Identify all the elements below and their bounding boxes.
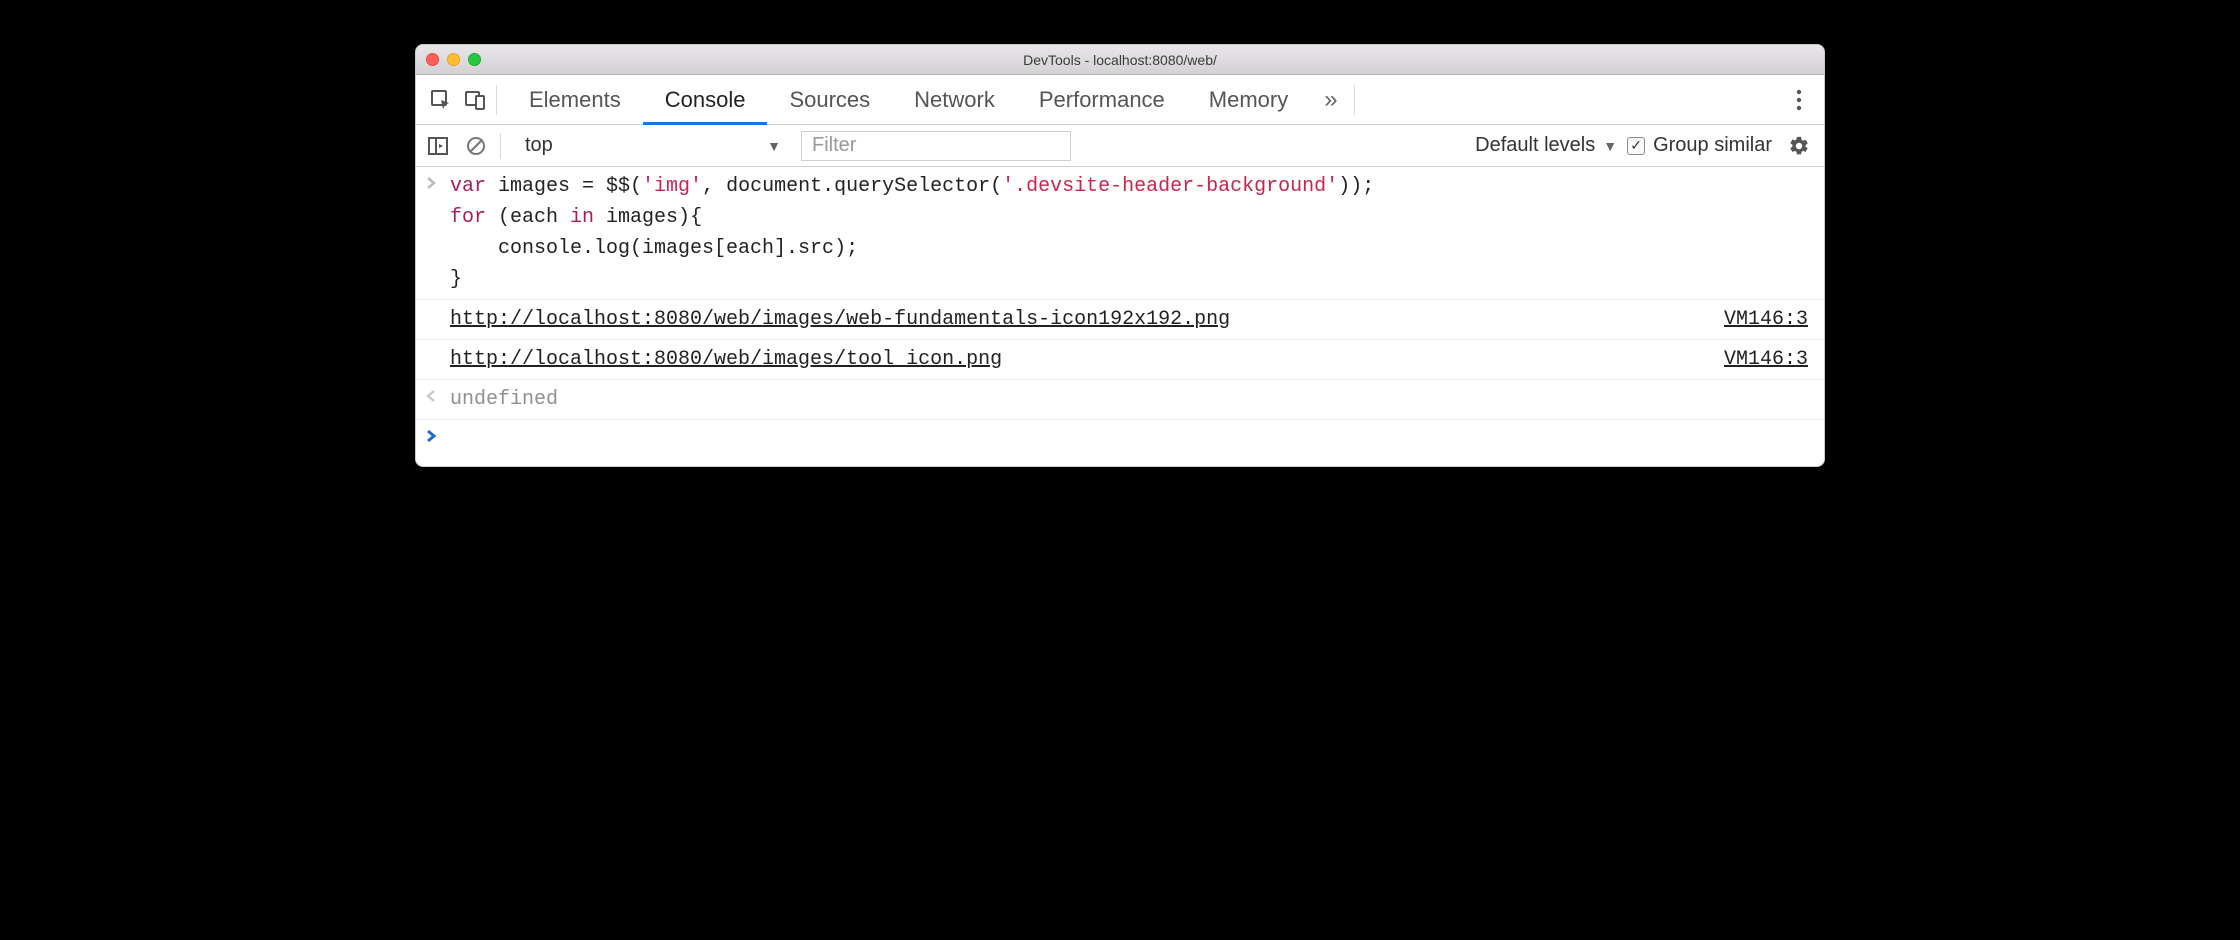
titlebar: DevTools - localhost:8080/web/	[416, 45, 1824, 75]
tab-elements[interactable]: Elements	[507, 75, 643, 125]
dropdown-triangle-icon: ▼	[1603, 138, 1617, 154]
log-message-link[interactable]: http://localhost:8080/web/images/web-fun…	[450, 304, 1230, 335]
log-message-link[interactable]: http://localhost:8080/web/images/tool_ic…	[450, 344, 1002, 375]
separator	[1354, 85, 1355, 115]
log-source-link[interactable]: VM146:3	[1724, 304, 1808, 335]
context-label: top	[525, 134, 553, 157]
return-value: undefined	[450, 384, 1812, 415]
tab-performance[interactable]: Performance	[1017, 75, 1187, 125]
tab-console[interactable]: Console	[643, 75, 768, 125]
console-settings-icon[interactable]	[1782, 135, 1816, 157]
prompt-chevron-icon	[424, 424, 450, 446]
traffic-lights	[416, 53, 481, 66]
checkbox-icon: ✓	[1627, 137, 1645, 155]
console-input-code[interactable]: var images = $$('img', document.querySel…	[450, 171, 1812, 295]
console-prompt-row[interactable]	[416, 420, 1824, 466]
return-chevron-icon	[424, 384, 450, 415]
inspect-element-icon[interactable]	[424, 83, 458, 117]
console-input-row: var images = $$('img', document.querySel…	[416, 167, 1824, 300]
console-log-row: http://localhost:8080/web/images/tool_ic…	[416, 340, 1824, 380]
more-tabs-button[interactable]: »	[1310, 86, 1351, 114]
log-levels-selector[interactable]: Default levels ▼	[1475, 134, 1617, 157]
console-toolbar: top ▼ Filter Default levels ▼ ✓ Group si…	[416, 125, 1824, 167]
clear-console-icon[interactable]	[462, 132, 490, 160]
filter-input[interactable]: Filter	[801, 131, 1071, 161]
log-gutter	[424, 344, 450, 375]
main-tabs-bar: ElementsConsoleSourcesNetworkPerformance…	[416, 75, 1824, 125]
separator	[496, 85, 497, 115]
log-source-link[interactable]: VM146:3	[1724, 344, 1808, 375]
console-log-row: http://localhost:8080/web/images/web-fun…	[416, 300, 1824, 340]
tab-memory[interactable]: Memory	[1187, 75, 1310, 125]
tab-sources[interactable]: Sources	[767, 75, 892, 125]
console-return-row: undefined	[416, 380, 1824, 420]
console-output: var images = $$('img', document.querySel…	[416, 167, 1824, 466]
execution-context-selector[interactable]: top ▼	[511, 131, 791, 161]
tab-network[interactable]: Network	[892, 75, 1017, 125]
device-toolbar-icon[interactable]	[458, 83, 492, 117]
filter-placeholder: Filter	[812, 134, 856, 157]
dropdown-triangle-icon: ▼	[767, 138, 781, 154]
group-similar-label: Group similar	[1653, 134, 1772, 157]
input-chevron-icon	[424, 171, 450, 295]
devtools-window: DevTools - localhost:8080/web/ ElementsC…	[415, 44, 1825, 467]
close-window-button[interactable]	[426, 53, 439, 66]
window-title: DevTools - localhost:8080/web/	[416, 52, 1824, 68]
minimize-window-button[interactable]	[447, 53, 460, 66]
separator	[500, 133, 501, 159]
zoom-window-button[interactable]	[468, 53, 481, 66]
settings-menu-button[interactable]	[1782, 88, 1816, 112]
console-prompt-input[interactable]	[450, 424, 1812, 446]
levels-label: Default levels	[1475, 134, 1595, 157]
group-similar-checkbox[interactable]: ✓ Group similar	[1627, 134, 1772, 157]
log-gutter	[424, 304, 450, 335]
toggle-console-sidebar-icon[interactable]	[424, 132, 452, 160]
